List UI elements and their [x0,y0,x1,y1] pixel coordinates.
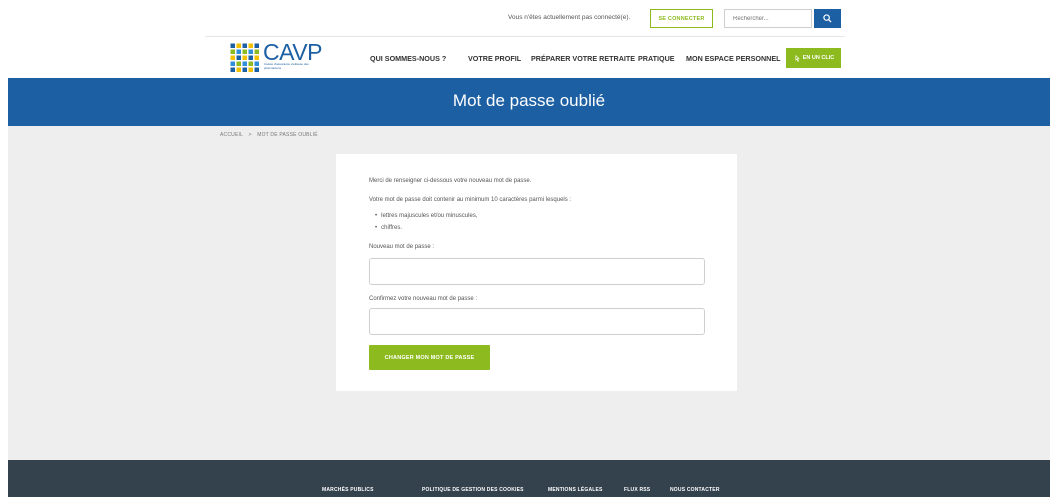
footer-link-cookies[interactable]: POLITIQUE DE GESTION DES COOKIES [422,487,524,493]
logo-dot [248,49,253,54]
confirm-password-label: Confirmez votre nouveau mot de passe : [369,296,478,302]
logo-dot [236,49,241,54]
logo-dot [236,61,241,66]
logo-dot [230,55,235,60]
form-intro: Merci de renseigner ci-dessous votre nou… [369,178,532,184]
breadcrumb-current: MOT DE PASSE OUBLIÉ [257,132,318,138]
change-password-button[interactable]: CHANGER MON MOT DE PASSE [369,345,490,370]
logo-dot [242,55,247,60]
nav-item-votre-profil[interactable]: VOTRE PROFIL [468,54,521,63]
topbar-divider [205,36,845,37]
search-icon [823,14,832,23]
footer-link-nous-contacter[interactable]: NOUS CONTACTER [670,487,720,493]
logo-dot [242,67,247,72]
nav-item-pratique[interactable]: PRATIQUE [638,54,675,63]
nav-item-qui-sommes-nous[interactable]: QUI SOMMES-NOUS ? [370,54,446,63]
en-un-clic-label: EN UN CLIC [802,55,835,61]
logo-dot [254,49,259,54]
footer-link-marches-publics[interactable]: MARCHÉS PUBLICS [322,487,374,493]
logo-dot [248,67,253,72]
footer-link-mentions-legales[interactable]: MENTIONS LÉGALES [548,487,603,493]
top-utility-bar: Vous n'êtes actuellement pas connecté(e)… [0,0,1050,36]
logo-subtitle: Caisse d'assurance vieillesse des pharma… [264,62,309,70]
search-input[interactable] [724,9,812,28]
confirm-password-field[interactable] [369,308,705,335]
logo-dot [236,55,241,60]
logo-dot [248,43,253,48]
new-password-label: Nouveau mot de passe : [369,244,435,250]
logo-dot [242,49,247,54]
logo-dot [248,61,253,66]
logo-dot [248,55,253,60]
site-footer: MARCHÉS PUBLICS POLITIQUE DE GESTION DES… [8,460,1050,497]
cavp-logo[interactable]: CAVP Caisse d'assurance vieillesse des p… [230,39,326,75]
logo-dot [254,61,259,66]
nav-item-espace-personnel[interactable]: MON ESPACE PERSONNEL [686,54,781,63]
logo-dot-grid [230,43,259,72]
breadcrumb-home[interactable]: ACCUEIL [220,132,243,138]
click-icon [795,54,800,62]
password-rule-digits: chiffres. [375,225,402,231]
logo-dot [254,55,259,60]
logo-dot [254,67,259,72]
nav-item-preparer-retraite[interactable]: PRÉPARER VOTRE RETRAITE [531,54,635,63]
logo-dot [236,67,241,72]
footer-link-flux-rss[interactable]: FLUX RSS [624,487,650,493]
password-reset-card: Merci de renseigner ci-dessous votre nou… [336,154,737,391]
en-un-clic-button[interactable]: EN UN CLIC [786,48,841,68]
logo-dot [230,49,235,54]
login-button[interactable]: SE CONNECTER [650,9,713,28]
password-rule-letters: lettres majuscules et/ou minuscules, [375,213,477,219]
logo-dot [242,43,247,48]
logo-dot [236,43,241,48]
logo-dot [230,61,235,66]
breadcrumb-separator: > [248,132,252,138]
password-rules-intro: Votre mot de passe doit contenir au mini… [369,197,572,203]
page-banner: Mot de passe oublié [8,78,1050,126]
logo-dot [230,67,235,72]
logo-dot [230,43,235,48]
logo-dot [254,43,259,48]
new-password-field[interactable] [369,258,705,285]
logo-dot [242,61,247,66]
breadcrumb: ACCUEIL > MOT DE PASSE OUBLIÉ [220,132,318,138]
connection-status: Vous n'êtes actuellement pas connecté(e)… [508,14,631,21]
search-button[interactable] [814,9,841,28]
page-title: Mot de passe oublié [452,91,606,110]
